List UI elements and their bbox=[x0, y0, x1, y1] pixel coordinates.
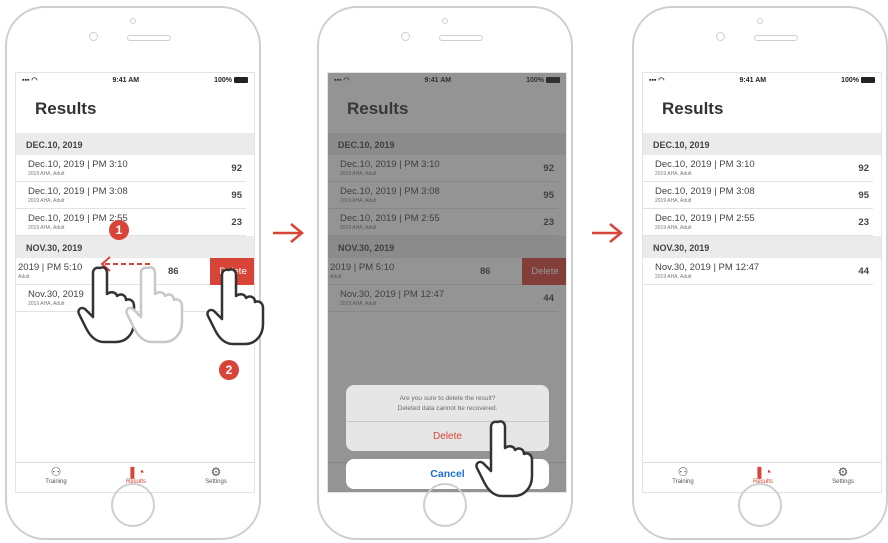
row-sub: 2019 AHA, Adult bbox=[28, 301, 65, 307]
screen-3: ▪▪▪ ◠ 9:41 AM 100% Results DEC.10, 2019 … bbox=[642, 72, 882, 493]
result-row[interactable]: Nov.30, 2019 | PM 12:472019 AHA, Adult 44 bbox=[643, 258, 873, 285]
tutorial-stage: ▪▪▪ ◠ 9:41 AM 100% Results DEC.10, 2019 … bbox=[0, 0, 888, 543]
home-button[interactable] bbox=[423, 483, 467, 527]
phone-frame-3: ▪▪▪ ◠ 9:41 AM 100% Results DEC.10, 2019 … bbox=[632, 6, 888, 540]
phone-frame-2: ▪▪▪ ◠ 9:41 AM 100% Results DEC.10, 2019 … bbox=[317, 6, 573, 540]
training-icon: ⚇ bbox=[50, 465, 62, 479]
row-score: 23 bbox=[858, 217, 869, 228]
row-score: 95 bbox=[858, 190, 869, 201]
result-row[interactable]: Dec.10, 2019 | PM 2:552019 AHA, Adult23 bbox=[16, 209, 246, 236]
next-step-arrow-icon bbox=[592, 223, 623, 243]
battery-indicator: 100% bbox=[214, 77, 248, 84]
result-row[interactable]: Dec.10, 2019 | PM 2:552019 AHA, Adult 23 bbox=[643, 209, 873, 236]
signal-wifi-icon: ▪▪▪ ◠ bbox=[22, 77, 38, 84]
row-score: 23 bbox=[231, 217, 242, 228]
tab-training[interactable]: ⚇Training bbox=[16, 463, 96, 492]
status-time: 9:41 AM bbox=[739, 76, 767, 84]
result-row[interactable]: Dec.10, 2019 | PM 3:082019 AHA, Adult 95 bbox=[643, 182, 873, 209]
row-date: 2019 | PM 5:10 bbox=[18, 262, 83, 273]
speaker-grille bbox=[439, 35, 483, 41]
confirm-message-line: Are you sure to delete the result? bbox=[399, 395, 496, 402]
speaker-grille bbox=[754, 35, 798, 41]
results-icon: ❚◔ bbox=[754, 465, 772, 479]
row-score: 95 bbox=[231, 190, 242, 201]
row-date: Dec.10, 2019 | PM 3:08 bbox=[28, 186, 128, 197]
camera-dot bbox=[442, 18, 448, 24]
battery-percent: 100% bbox=[841, 76, 859, 84]
row-sub: Adult bbox=[18, 274, 30, 280]
row-sub: 2019 AHA, Adult bbox=[655, 225, 692, 231]
hand-ghost-icon bbox=[125, 266, 184, 344]
tab-training[interactable]: ⚇Training bbox=[643, 463, 723, 492]
status-bar: ▪▪▪ ◠ 9:41 AM 100% bbox=[16, 73, 254, 87]
row-sub: 2019 AHA, Adult bbox=[655, 171, 692, 177]
tab-settings[interactable]: ⚙Settings bbox=[803, 463, 881, 492]
confirm-message: Are you sure to delete the result? Delet… bbox=[346, 385, 549, 422]
page-title: Results bbox=[35, 99, 97, 118]
tab-settings[interactable]: ⚙Settings bbox=[176, 463, 254, 492]
battery-indicator: 100% bbox=[841, 77, 875, 84]
gear-icon: ⚙ bbox=[837, 465, 849, 479]
row-date: Dec.10, 2019 | PM 3:10 bbox=[28, 159, 128, 170]
step-badge: 1 bbox=[109, 220, 129, 240]
next-step-arrow-icon bbox=[273, 223, 304, 243]
row-date: Dec.10, 2019 | PM 3:10 bbox=[655, 159, 755, 170]
section-header: DEC.10, 2019 bbox=[643, 133, 881, 155]
page-title: Results bbox=[662, 99, 724, 118]
row-sub: 2019 AHA, Adult bbox=[28, 198, 65, 204]
section-header: DEC.10, 2019 bbox=[16, 133, 254, 155]
battery-icon bbox=[234, 76, 248, 83]
tab-label: Training bbox=[45, 479, 67, 485]
row-date: Dec.10, 2019 | PM 3:08 bbox=[655, 186, 755, 197]
gear-icon: ⚙ bbox=[210, 465, 222, 479]
tab-label: Training bbox=[672, 479, 694, 485]
home-button[interactable] bbox=[738, 483, 782, 527]
row-score: 92 bbox=[231, 163, 242, 174]
tab-label: Settings bbox=[205, 479, 227, 485]
results-icon: ❚◔ bbox=[127, 465, 145, 479]
speaker-grille bbox=[127, 35, 171, 41]
row-sub: 2019 AHA, Adult bbox=[655, 198, 692, 204]
row-date: Dec.10, 2019 | PM 2:55 bbox=[655, 213, 755, 224]
row-sub: 2019 AHA, Adult bbox=[28, 171, 65, 177]
result-row[interactable]: Dec.10, 2019 | PM 3:082019 AHA, Adult 95 bbox=[16, 182, 246, 209]
row-sub: 2019 AHA, Adult bbox=[655, 274, 692, 280]
hand-tap-icon bbox=[475, 420, 534, 498]
row-score: 44 bbox=[858, 266, 869, 277]
section-header: NOV.30, 2019 bbox=[643, 236, 881, 258]
status-time: 9:41 AM bbox=[112, 76, 140, 84]
camera-dot bbox=[757, 18, 763, 24]
step-badge: 2 bbox=[219, 360, 239, 380]
confirm-message-line: Deleted data cannot be recovered. bbox=[397, 405, 498, 412]
front-camera bbox=[89, 32, 98, 41]
signal-wifi-icon: ▪▪▪ ◠ bbox=[649, 77, 665, 84]
result-row[interactable]: Dec.10, 2019 | PM 3:102019 AHA, Adult 92 bbox=[643, 155, 873, 182]
home-button[interactable] bbox=[111, 483, 155, 527]
battery-percent: 100% bbox=[214, 76, 232, 84]
training-icon: ⚇ bbox=[677, 465, 689, 479]
battery-icon bbox=[861, 76, 875, 83]
front-camera bbox=[716, 32, 725, 41]
front-camera bbox=[401, 32, 410, 41]
hand-tap-icon bbox=[206, 268, 265, 346]
row-date: Nov.30, 2019 | PM 12:47 bbox=[655, 262, 760, 273]
tab-label: Settings bbox=[832, 479, 854, 485]
status-bar: ▪▪▪ ◠ 9:41 AM 100% bbox=[643, 73, 881, 87]
camera-dot bbox=[130, 18, 136, 24]
row-sub: 2019 AHA, Adult bbox=[28, 225, 65, 231]
result-row[interactable]: Dec.10, 2019 | PM 3:102019 AHA, Adult 92 bbox=[16, 155, 246, 182]
row-score: 92 bbox=[858, 163, 869, 174]
